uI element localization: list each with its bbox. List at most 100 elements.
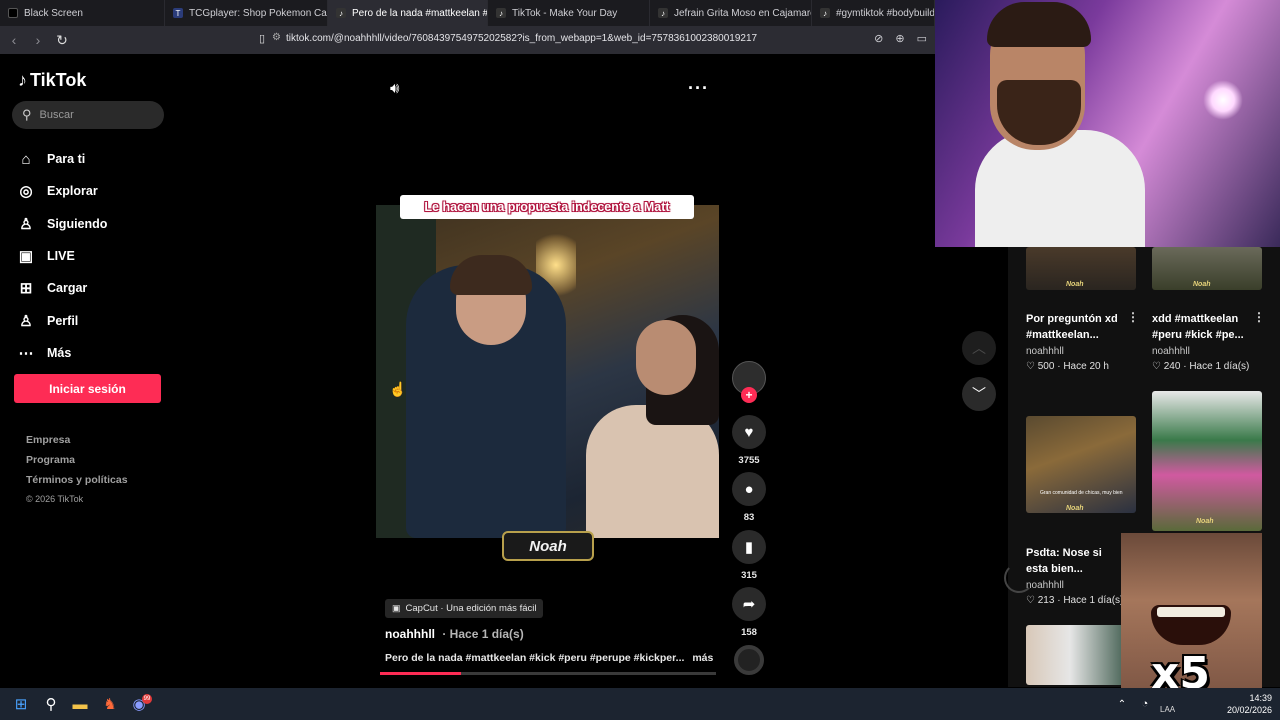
login-button[interactable]: Iniciar sesión: [14, 374, 161, 403]
follow-plus-icon[interactable]: +: [741, 387, 757, 403]
bookmark-icon[interactable]: ▯: [259, 32, 265, 45]
url-field[interactable]: tiktok.com/@noahhhll/video/7608439754975…: [286, 33, 757, 44]
related-title-line: xdd #mattkeelan: [1152, 313, 1239, 325]
file-explorer-icon[interactable]: ▬: [70, 694, 90, 714]
share-icon: ➦: [732, 587, 766, 621]
tab-black-screen[interactable]: Black Screen: [0, 0, 165, 26]
site-info-icon[interactable]: ⚙: [272, 32, 281, 43]
more-options-icon[interactable]: ···: [688, 78, 709, 99]
like-button[interactable]: ♥ 3755: [731, 415, 767, 466]
sidebar-item-label: Cargar: [47, 281, 88, 296]
screen: Black Screen T TCGplayer: Shop Pokemon C…: [0, 0, 1280, 720]
hand-cursor-icon: ☝: [389, 381, 407, 397]
brave-browser-icon[interactable]: ♞: [100, 694, 120, 714]
address-bar-actions: ⊘ ⊕ ▭: [874, 32, 927, 45]
sidebar-item-cargar[interactable]: ⊞ Cargar: [16, 272, 107, 304]
related-thumb-5[interactable]: [1026, 625, 1136, 685]
tab-label: Pero de la nada #mattkeelan #k: [352, 7, 488, 19]
related-time: Hace 1 día(s): [1063, 595, 1124, 606]
system-clock[interactable]: 14:39 20/02/2026: [1227, 692, 1272, 716]
tab-tiktok-home[interactable]: ♪ TikTok - Make Your Day: [488, 0, 650, 26]
tab-gymtiktok[interactable]: ♪ #gymtiktok #bodybuilding: [812, 0, 935, 26]
kebab-menu-icon[interactable]: ⋮: [1127, 310, 1139, 324]
related-title-line: Psdta: Nose si: [1026, 547, 1102, 559]
save-button[interactable]: ▮ 315: [731, 530, 767, 581]
sidebar-item-mas[interactable]: ⋯ Más: [16, 337, 107, 369]
network-icon[interactable]: ◔: [1135, 694, 1155, 714]
description-text: Pero de la nada #mattkeelan #kick #peru …: [385, 652, 685, 664]
thumb-watermark: Noah: [1066, 281, 1084, 288]
sidebar-item-perfil[interactable]: ♙ Perfil: [16, 304, 107, 336]
capcut-badge[interactable]: ▣ CapCut · Una edición más fácil: [385, 599, 544, 618]
related-title-line: esta bien...: [1026, 563, 1083, 575]
reload-icon[interactable]: ↻: [52, 32, 72, 49]
comment-icon: ●: [732, 472, 766, 506]
windows-start-icon[interactable]: ⊞: [11, 694, 31, 714]
footer-link-empresa[interactable]: Empresa: [26, 434, 128, 454]
windows-taskbar: ⊞ ⚲ ▬ ♞ ◉ ⌃ ◔ 14:39 20/02/2026: [0, 688, 1280, 720]
video-overlay-caption: Le hacen una propuesta indecente a Matt: [400, 195, 694, 219]
sidebar-item-para-ti[interactable]: ⌂ Para ti: [16, 143, 107, 175]
related-title-line: #peru #kick #pe...: [1152, 329, 1244, 341]
related-title-3[interactable]: Psdta: Nose si esta bien...: [1026, 545, 1102, 577]
related-author[interactable]: noahhhll: [1026, 346, 1064, 357]
more-icon: ⋯: [18, 344, 34, 362]
cast-icon[interactable]: ▭: [917, 32, 927, 45]
tab-label: #gymtiktok #bodybuilding: [836, 7, 935, 19]
related-stats: ♡ 213 · Hace 1 día(s): [1026, 595, 1124, 606]
related-author[interactable]: noahhhll: [1152, 346, 1190, 357]
previous-video-button[interactable]: ︿: [962, 331, 996, 365]
logo-text: TikTok: [30, 70, 87, 90]
tab-label: Jefrain Grita Moso en Cajamarca | Ti: [674, 7, 811, 19]
tab-active-video[interactable]: ♪ Pero de la nada #mattkeelan #k ✕: [328, 0, 488, 26]
author-name[interactable]: noahhhll: [385, 627, 435, 641]
related-title-1[interactable]: Por preguntón xd #mattkeelan...: [1026, 311, 1118, 343]
tab-jefrain[interactable]: ♪ Jefrain Grita Moso en Cajamarca | Ti: [650, 0, 812, 26]
footer-links: Empresa Programa Términos y políticas © …: [26, 434, 128, 510]
reader-icon[interactable]: ⊘: [874, 32, 883, 45]
sidebar-item-label: Siguiendo: [47, 216, 108, 231]
tiktok-logo[interactable]: ♪ TikTok: [18, 70, 86, 91]
zoom-icon[interactable]: ⊕: [895, 32, 904, 45]
video-progress-bar[interactable]: [380, 672, 716, 675]
related-thumb-3[interactable]: [1026, 416, 1136, 513]
sidebar-item-explorar[interactable]: ◎ Explorar: [16, 175, 107, 207]
related-title-line: Por preguntón xd: [1026, 313, 1118, 325]
tiktok-icon: ♪: [336, 8, 346, 18]
related-thumb-4[interactable]: [1152, 391, 1262, 531]
tab-tcgplayer[interactable]: T TCGplayer: Shop Pokemon Cards, Pe: [165, 0, 328, 26]
tiktok-icon: ♪: [658, 8, 668, 18]
back-icon[interactable]: ‹: [4, 32, 24, 48]
thumb-watermark: Noah: [1193, 281, 1211, 288]
forward-icon[interactable]: ›: [28, 32, 48, 48]
sidebar-item-live[interactable]: ▣ LIVE: [16, 240, 107, 272]
related-title-2[interactable]: xdd #mattkeelan #peru #kick #pe...: [1152, 311, 1244, 343]
share-button[interactable]: ➦ 158: [731, 587, 767, 638]
sidebar-item-siguiendo[interactable]: ♙ Siguiendo: [16, 208, 107, 240]
footer-link-terminos[interactable]: Términos y políticas: [26, 474, 128, 494]
chevron-up-icon: ︿: [972, 340, 986, 356]
next-video-button[interactable]: ﹀: [962, 377, 996, 411]
search-icon[interactable]: ⚲: [41, 694, 61, 714]
thumb-watermark: Noah: [1196, 518, 1214, 525]
notification-badge: 99: [142, 694, 152, 704]
music-disc-icon[interactable]: [734, 645, 764, 675]
related-time: Hace 20 h: [1063, 361, 1109, 372]
more-link[interactable]: más: [692, 652, 713, 664]
language-indicator[interactable]: LAA: [1160, 705, 1175, 714]
thumb-watermark: Noah: [1066, 505, 1084, 512]
video-player[interactable]: [376, 205, 719, 538]
browser-tab-bar: Black Screen T TCGplayer: Shop Pokemon C…: [0, 0, 935, 26]
chevron-up-icon[interactable]: ⌃: [1112, 694, 1132, 714]
comment-button[interactable]: ● 83: [731, 472, 767, 523]
comment-count: 83: [743, 512, 755, 523]
related-stats: ♡ 240 · Hace 1 día(s): [1152, 361, 1250, 372]
loading-spinner-icon: [1004, 563, 1034, 593]
related-title-line: #mattkeelan...: [1026, 329, 1099, 341]
search-input[interactable]: ⚲ Buscar: [12, 101, 164, 129]
capcut-label: CapCut · Una edición más fácil: [405, 603, 537, 614]
volume-icon[interactable]: 🔊︎: [390, 80, 399, 97]
tcg-icon: T: [173, 8, 183, 18]
footer-link-programa[interactable]: Programa: [26, 454, 128, 474]
kebab-menu-icon[interactable]: ⋮: [1253, 310, 1265, 324]
